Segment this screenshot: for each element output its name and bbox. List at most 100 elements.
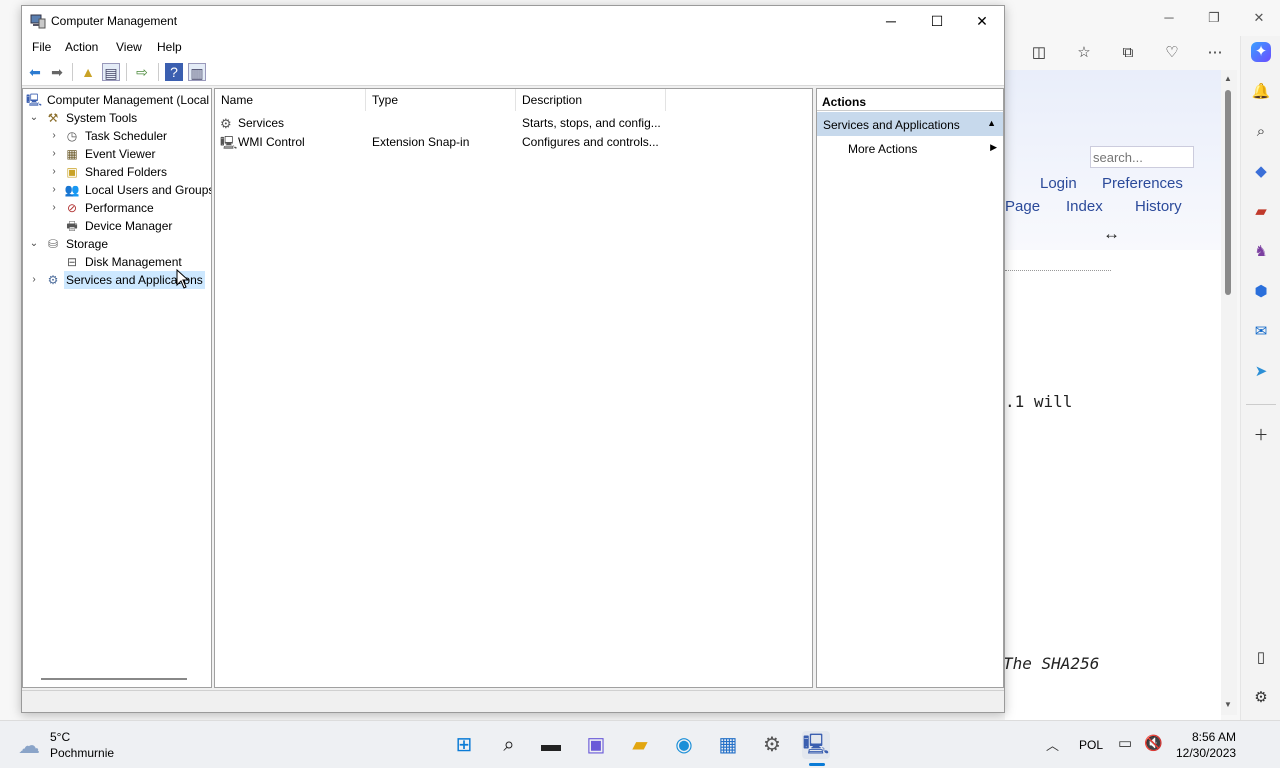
network-icon[interactable]: ▭ — [1118, 734, 1132, 752]
clock-time[interactable]: 8:56 AM — [1192, 730, 1236, 744]
menu-file[interactable]: File — [32, 40, 51, 54]
page-search-input[interactable] — [1090, 146, 1194, 168]
collapse-chevron-icon[interactable]: ⌄ — [28, 235, 40, 253]
search-icon[interactable]: ⌕ — [1251, 122, 1271, 142]
store-icon[interactable]: ▦ — [714, 731, 742, 759]
drop-icon[interactable]: ➤ — [1251, 362, 1271, 382]
expand-chevron-icon[interactable]: › — [48, 181, 60, 199]
tree-node-device-manager[interactable]: 🖶 Device Manager — [23, 217, 211, 235]
tree-node-local-users[interactable]: › 👥 Local Users and Groups — [23, 181, 211, 199]
page-link[interactable]: Page — [1005, 198, 1040, 215]
shopping-icon[interactable]: ◆ — [1251, 162, 1271, 182]
clock-date[interactable]: 12/30/2023 — [1176, 746, 1236, 760]
more-options-icon[interactable]: ⋯ — [1204, 42, 1226, 64]
menu-view[interactable]: View — [116, 40, 142, 54]
chat-icon[interactable]: ▣ — [582, 731, 610, 759]
index-link[interactable]: Index — [1066, 198, 1103, 215]
tree-node-root[interactable]: 🖳 Computer Management (Local — [23, 91, 211, 109]
tree-node-event-viewer[interactable]: › ▦ Event Viewer — [23, 145, 211, 163]
tree-node-performance[interactable]: › ⊘ Performance — [23, 199, 211, 217]
clock-icon: ◷ — [66, 129, 78, 143]
browser-essentials-icon[interactable]: ♡ — [1161, 42, 1183, 64]
browser-scrollbar[interactable]: ▲ ▼ — [1221, 70, 1237, 715]
export-list-icon[interactable]: ⇨ — [133, 63, 151, 81]
expand-chevron-icon[interactable]: › — [48, 199, 60, 217]
task-view-icon[interactable]: ▬ — [537, 731, 565, 759]
start-icon[interactable]: ⊞ — [450, 731, 478, 759]
toolbar-separator — [72, 63, 73, 81]
maximize-button[interactable]: ☐ — [914, 6, 960, 36]
services-applications-icon: ⚙ — [47, 273, 59, 287]
microsoft365-icon[interactable]: ⬢ — [1251, 282, 1271, 302]
login-link[interactable]: Login — [1040, 175, 1077, 192]
shared-folder-icon: ▣ — [66, 165, 78, 179]
back-icon[interactable]: ⬅ — [26, 63, 44, 81]
scroll-up-icon[interactable]: ▲ — [1224, 74, 1232, 83]
settings-icon[interactable]: ⚙ — [1251, 688, 1271, 708]
tools-icon[interactable]: ▰ — [1251, 202, 1271, 222]
preferences-link[interactable]: Preferences — [1102, 175, 1183, 192]
edge-icon[interactable]: ◉ — [670, 731, 698, 759]
menu-action[interactable]: Action — [65, 40, 98, 54]
list-row-wmi-control[interactable]: 🖳 WMI Control Extension Snap-in Configur… — [215, 133, 812, 152]
search-icon[interactable]: ⌕ — [495, 731, 523, 759]
expand-chevron-icon[interactable]: › — [48, 127, 60, 145]
favorites-icon[interactable]: ☆ — [1073, 42, 1095, 64]
collapse-triangle-icon[interactable]: ▲ — [987, 118, 996, 128]
disk-icon: ⊟ — [66, 255, 78, 269]
copilot-icon[interactable]: ✦ — [1251, 42, 1271, 62]
browser-toolbar: ◫ ☆ ⧉ ♡ ⋯ — [1005, 36, 1240, 68]
scroll-down-icon[interactable]: ▼ — [1224, 700, 1232, 709]
sidebar-divider — [1246, 404, 1276, 405]
up-folder-icon[interactable]: ▲ — [79, 63, 97, 81]
split-screen-icon[interactable]: ◫ — [1028, 42, 1050, 64]
minimize-button[interactable]: ─ — [868, 6, 914, 36]
more-actions-label: More Actions — [848, 142, 918, 156]
sidebar-toggle-icon[interactable]: ▯ — [1251, 648, 1271, 668]
tree-node-storage[interactable]: ⌄ ⛁ Storage — [23, 235, 211, 253]
taskbar: ☁ 5°C Pochmurnie ⊞ ⌕ ▬ ▣ ▰ ◉ ▦ ⚙ 🖳 ︿ POL… — [0, 720, 1280, 768]
scrollbar-thumb[interactable] — [1225, 90, 1231, 295]
browser-restore-icon[interactable]: ❐ — [1204, 8, 1224, 28]
menu-bar: File Action View Help — [22, 36, 1004, 58]
language-indicator[interactable]: POL — [1079, 738, 1103, 752]
tree-node-task-scheduler[interactable]: › ◷ Task Scheduler — [23, 127, 211, 145]
forward-icon[interactable]: ➡ — [48, 63, 66, 81]
volume-muted-icon[interactable]: 🔇 — [1144, 734, 1163, 752]
actions-section-services-applications[interactable]: Services and Applications ▲ — [817, 112, 1003, 136]
weather-temperature[interactable]: 5°C — [50, 730, 70, 744]
weather-description[interactable]: Pochmurnie — [50, 746, 114, 760]
browser-minimize-icon[interactable]: ─ — [1159, 8, 1179, 28]
users-icon: 👥 — [64, 183, 80, 197]
weather-cloud-icon[interactable]: ☁ — [18, 733, 40, 759]
outlook-icon[interactable]: ✉ — [1251, 322, 1271, 342]
expand-chevron-icon[interactable]: › — [28, 271, 40, 289]
close-button[interactable]: ✕ — [959, 6, 1005, 36]
tree-node-system-tools[interactable]: ⌄ ⚒ System Tools — [23, 109, 211, 127]
add-icon[interactable]: ＋ — [1251, 426, 1271, 446]
history-link[interactable]: History — [1135, 198, 1182, 215]
list-row-services[interactable]: ⚙ Services Starts, stops, and config... — [215, 114, 812, 133]
column-header-type[interactable]: Type — [366, 89, 516, 111]
notifications-icon[interactable]: 🔔 — [1251, 82, 1271, 102]
help-icon[interactable]: ? — [165, 63, 183, 81]
expand-chevron-icon[interactable]: › — [48, 163, 60, 181]
file-explorer-icon[interactable]: ▰ — [626, 731, 654, 759]
tree-node-shared-folders[interactable]: › ▣ Shared Folders — [23, 163, 211, 181]
expand-chevron-icon[interactable]: › — [48, 145, 60, 163]
show-hidden-icons-icon[interactable]: ︿ — [1046, 735, 1059, 754]
toolbar-separator — [158, 63, 159, 81]
show-hide-action-pane-icon[interactable]: ▥ — [188, 63, 206, 81]
column-header-description[interactable]: Description — [516, 89, 666, 111]
games-icon[interactable]: ♞ — [1251, 242, 1271, 262]
show-hide-tree-icon[interactable]: ▤ — [102, 63, 120, 81]
tree-horizontal-scrollbar[interactable] — [41, 678, 187, 680]
more-actions-item[interactable]: More Actions ▶ — [817, 137, 1003, 159]
column-header-name[interactable]: Name — [215, 89, 366, 111]
menu-help[interactable]: Help — [157, 40, 182, 54]
computer-management-taskbar-icon[interactable]: 🖳 — [802, 731, 830, 759]
collections-icon[interactable]: ⧉ — [1117, 42, 1139, 64]
collapse-chevron-icon[interactable]: ⌄ — [28, 109, 40, 127]
settings-icon[interactable]: ⚙ — [758, 731, 786, 759]
browser-close-icon[interactable]: ✕ — [1249, 8, 1269, 28]
